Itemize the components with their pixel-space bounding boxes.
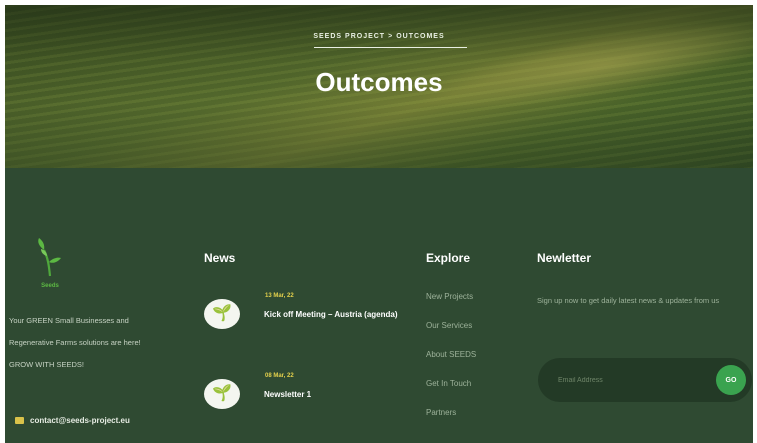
go-button[interactable]: GO (716, 365, 746, 395)
explore-link-new-projects[interactable]: New Projects (426, 290, 476, 319)
news-thumbnail[interactable]: 🌱 (204, 379, 240, 409)
page-title: Outcomes (315, 67, 443, 97)
sprout-icon: 🌱 (212, 305, 232, 322)
news-thumbnail[interactable]: 🌱 (204, 299, 240, 329)
about-line: GROW WITH SEEDS! (9, 360, 84, 369)
email-input[interactable] (558, 371, 698, 389)
logo-text: Seeds (41, 283, 59, 289)
sprout-icon: 🌱 (212, 385, 232, 402)
breadcrumb: SEEDS PROJECT > OUTCOMES (5, 33, 753, 40)
about-text: Your GREEN Small Businesses and Regenera… (9, 310, 199, 376)
breadcrumb-underline (314, 47, 467, 48)
contact-email[interactable]: contact@seeds-project.eu (30, 416, 130, 425)
logo-sprout-leaf-right (49, 257, 61, 263)
newsletter-heading: Newletter (537, 251, 592, 265)
contact-email-link[interactable]: contact@seeds-project.eu (15, 416, 130, 425)
breadcrumb-separator: > (388, 33, 394, 40)
explore-link-our-services[interactable]: Our Services (426, 319, 476, 348)
explore-link-get-in-touch[interactable]: Get In Touch (426, 377, 476, 406)
about-line: Regenerative Farms solutions are here! (9, 338, 141, 347)
breadcrumb-home[interactable]: SEEDS PROJECT (313, 33, 385, 40)
news-heading: News (204, 251, 236, 265)
about-line: Your GREEN Small Businesses and (9, 316, 129, 325)
news-headline-link[interactable]: Newsletter 1 (264, 387, 404, 403)
hero-banner: SEEDS PROJECT > OUTCOMES Outcomes (5, 5, 753, 168)
newsletter-form: GO (538, 358, 752, 402)
breadcrumb-current: OUTCOMES (396, 33, 445, 40)
mail-icon (15, 417, 24, 424)
footer: Seeds Your GREEN Small Businesses and Re… (5, 168, 753, 443)
explore-heading: Explore (426, 251, 471, 265)
seeds-logo[interactable]: Seeds (33, 236, 67, 290)
explore-link-about-seeds[interactable]: About SEEDS (426, 348, 476, 377)
news-headline-link[interactable]: Kick off Meeting – Austria (agenda) (264, 307, 404, 323)
logo-sprout-leaf-left (38, 238, 45, 250)
newsletter-description: Sign up now to get daily latest news & u… (537, 296, 720, 305)
news-date: 08 Mar, 22 (265, 373, 294, 379)
explore-links: New Projects Our Services About SEEDS Ge… (426, 290, 476, 435)
explore-link-partners[interactable]: Partners (426, 406, 476, 435)
news-date: 13 Mar, 22 (265, 293, 294, 299)
